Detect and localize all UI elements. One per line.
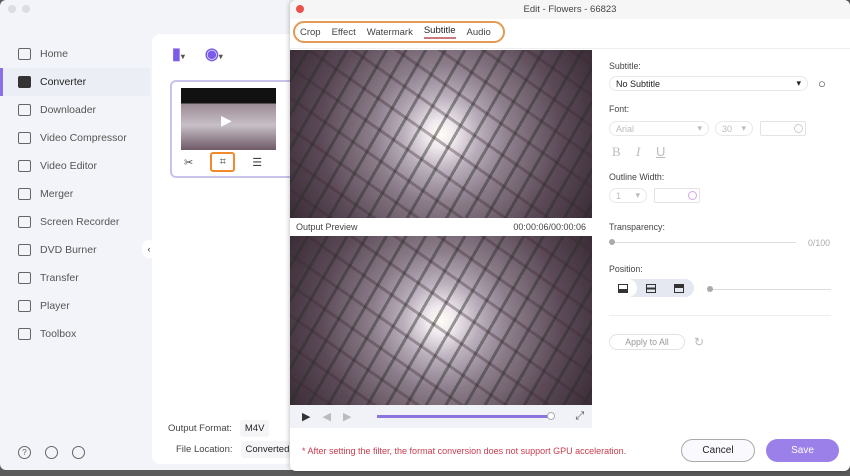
apply-to-all-button[interactable]: Apply to All — [609, 334, 685, 350]
font-size-select[interactable]: 30 ▾ — [715, 121, 753, 136]
window-controls[interactable] — [8, 5, 30, 13]
position-bottom-button[interactable] — [609, 279, 637, 297]
divider — [609, 315, 831, 316]
sidebar-item-screen-recorder[interactable]: Screen Recorder — [0, 208, 150, 236]
transparency-value: 0/100 — [808, 238, 831, 248]
italic-button[interactable]: I — [636, 144, 640, 160]
chevron-down-icon: ▾ — [741, 123, 746, 133]
tab-effect[interactable]: Effect — [332, 27, 356, 38]
reset-icon[interactable]: ↻ — [694, 335, 704, 349]
slider-handle[interactable] — [547, 412, 556, 420]
sidebar-item-downloader[interactable]: Downloader — [0, 96, 150, 124]
subtitle-select[interactable]: No Subtitle ▾ — [609, 76, 808, 91]
home-icon — [18, 48, 31, 60]
playback-slider[interactable] — [377, 412, 556, 420]
next-frame-button[interactable]: ▶ — [343, 410, 351, 423]
bell-icon[interactable] — [45, 446, 58, 459]
align-top-icon — [674, 283, 684, 293]
timecode: 00:00:06/00:00:06 — [513, 222, 586, 232]
position-middle-button[interactable] — [637, 279, 665, 297]
cancel-button[interactable]: Cancel — [681, 439, 755, 462]
effects-menu-icon[interactable]: ☰ — [252, 156, 262, 169]
converter-icon — [18, 76, 31, 88]
merger-icon — [18, 188, 31, 200]
sidebar-item-video-editor[interactable]: Video Editor — [0, 152, 150, 180]
video-thumbnail[interactable]: ▶ — [181, 88, 276, 150]
transfer-icon — [18, 272, 31, 284]
bold-button[interactable]: B — [612, 144, 621, 160]
align-middle-icon — [646, 283, 656, 293]
position-slider[interactable] — [707, 286, 831, 292]
chevron-down-icon: ▾ — [796, 78, 801, 88]
play-button[interactable]: ▶ — [302, 410, 310, 423]
font-select[interactable]: Arial ▾ — [609, 121, 709, 136]
add-dvd-button[interactable]: ◉▾ — [205, 44, 223, 64]
edit-dialog: Edit - Flowers - 66823 Crop Effect Water… — [290, 0, 850, 471]
chevron-down-icon: ▾ — [635, 190, 640, 200]
edit-tabs: Crop Effect Watermark Subtitle Audio — [293, 21, 505, 43]
sidebar-item-player[interactable]: Player — [0, 292, 150, 320]
outline-width-select[interactable]: 1 ▾ — [609, 188, 647, 203]
original-preview — [290, 50, 592, 218]
play-icon: ▶ — [221, 112, 232, 128]
trim-icon[interactable]: ✂ — [184, 156, 193, 169]
slider-handle[interactable] — [609, 239, 615, 245]
sidebar-item-toolbox[interactable]: Toolbox — [0, 320, 150, 348]
search-icon[interactable]: ○ — [818, 76, 826, 91]
sidebar-item-dvd-burner[interactable]: DVD Burner — [0, 236, 150, 264]
sidebar-item-home[interactable]: Home — [0, 40, 150, 68]
crop-icon[interactable]: ⌗ — [210, 152, 236, 172]
editor-icon — [18, 160, 31, 172]
help-icon[interactable]: ? — [18, 446, 31, 459]
sidebar-item-merger[interactable]: Merger — [0, 180, 150, 208]
close-button[interactable] — [296, 5, 304, 13]
recorder-icon — [18, 216, 31, 228]
tab-subtitle[interactable]: Subtitle — [423, 25, 456, 39]
dialog-title: Edit - Flowers - 66823 — [523, 4, 617, 15]
video-card[interactable]: ▶ ✂ ⌗ ☰ — [170, 80, 310, 178]
dvd-icon — [18, 244, 31, 256]
output-preview — [290, 236, 592, 405]
color-wheel-icon — [688, 191, 697, 200]
file-location-select[interactable]: Converted — [240, 441, 295, 458]
fullscreen-icon[interactable]: ⤢ — [575, 410, 584, 423]
tab-crop[interactable]: Crop — [300, 27, 321, 38]
sidebar-item-transfer[interactable]: Transfer — [0, 264, 150, 292]
tab-watermark[interactable]: Watermark — [367, 27, 413, 38]
sidebar: Home Converter Downloader Video Compress… — [0, 40, 150, 348]
transparency-slider[interactable] — [609, 239, 796, 245]
color-wheel-icon — [794, 124, 803, 133]
chevron-down-icon: ▾ — [697, 123, 702, 133]
output-format-select[interactable]: M4V — [239, 420, 270, 437]
prev-frame-button[interactable]: ◀ — [322, 410, 330, 423]
output-preview-label: Output Preview — [296, 222, 358, 232]
divider — [290, 48, 850, 49]
outline-color-picker[interactable] — [654, 188, 700, 203]
feedback-icon[interactable] — [72, 446, 85, 459]
toolbox-icon — [18, 328, 31, 340]
tab-audio[interactable]: Audio — [467, 27, 491, 38]
player-controls: ▶ ◀ ▶ ⤢ — [290, 405, 592, 428]
position-top-button[interactable] — [665, 279, 693, 297]
font-color-picker[interactable] — [760, 121, 806, 136]
slider-handle[interactable] — [707, 286, 713, 292]
compressor-icon — [18, 132, 31, 144]
align-bottom-icon — [618, 283, 628, 293]
gpu-warning: * After setting the filter, the format c… — [302, 446, 627, 456]
add-file-button[interactable]: ▮▾ — [172, 44, 185, 64]
position-group — [609, 279, 694, 297]
underline-button[interactable]: U — [656, 144, 665, 159]
sidebar-item-video-compressor[interactable]: Video Compressor — [0, 124, 150, 152]
save-button[interactable]: Save — [766, 439, 839, 462]
player-icon — [18, 300, 31, 312]
sidebar-item-converter[interactable]: Converter — [0, 68, 150, 96]
downloader-icon — [18, 104, 31, 116]
